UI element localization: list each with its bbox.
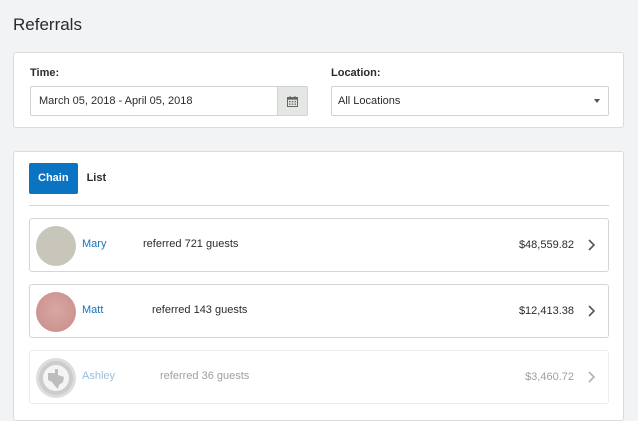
referred-count: referred 36 guests [160, 370, 250, 382]
filters-panel: Time: March 05, 2018 - April 05, 2018 Lo… [13, 52, 624, 128]
texas-badge-icon [39, 361, 73, 395]
referral-amount: $48,559.82 [518, 239, 574, 251]
avatar [36, 226, 76, 266]
location-selected-value: All Locations [338, 95, 401, 107]
page-title: Referrals [13, 15, 82, 34]
tab-list[interactable]: List [78, 163, 116, 194]
avatar [36, 358, 76, 398]
referred-count: referred 721 guests [143, 238, 239, 250]
date-range-value[interactable]: March 05, 2018 - April 05, 2018 [31, 95, 277, 107]
referrals-panel: Chain List Mary referred 721 guests $48,… [13, 151, 624, 421]
caret-down-icon [594, 99, 600, 103]
date-range-field[interactable]: March 05, 2018 - April 05, 2018 [30, 86, 308, 116]
avatar [36, 292, 76, 332]
referral-amount: $3,460.72 [525, 371, 574, 383]
referral-amount: $12,413.38 [518, 305, 574, 317]
chevron-right-icon[interactable] [587, 304, 596, 318]
chevron-right-icon[interactable] [587, 370, 596, 384]
referred-count: referred 143 guests [152, 304, 248, 316]
calendar-icon [287, 95, 298, 107]
tab-chain[interactable]: Chain [29, 163, 78, 194]
referrer-row-matt[interactable]: Matt referred 143 guests $12,413.38 [29, 284, 609, 338]
referrer-row-ashley[interactable]: Ashley referred 36 guests $3,460.72 [29, 350, 609, 404]
view-tabs: Chain List [29, 163, 115, 194]
tabs-divider [29, 205, 609, 206]
calendar-button[interactable] [277, 87, 307, 115]
referrer-row-mary[interactable]: Mary referred 721 guests $48,559.82 [29, 218, 609, 272]
referrer-name[interactable]: Matt [82, 304, 103, 316]
referrer-name[interactable]: Mary [82, 238, 106, 250]
chevron-right-icon[interactable] [587, 238, 596, 252]
time-label: Time: [30, 67, 60, 79]
location-label: Location: [331, 67, 381, 79]
referrer-name[interactable]: Ashley [82, 370, 115, 382]
location-select[interactable]: All Locations [331, 86, 609, 116]
